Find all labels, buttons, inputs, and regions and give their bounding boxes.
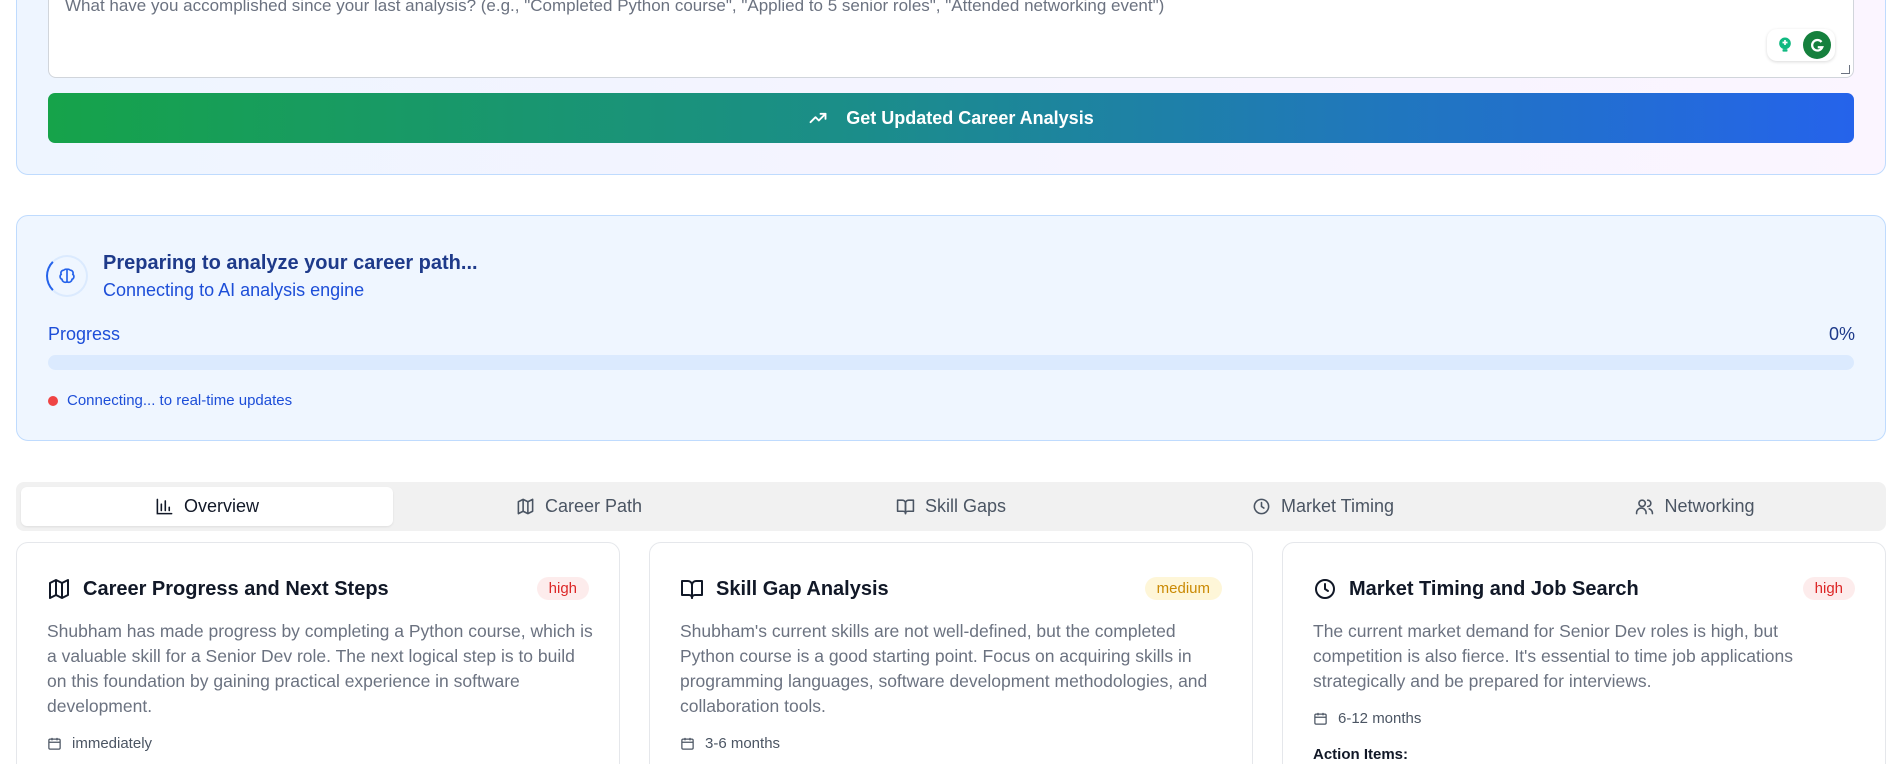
progress-label: Progress [48,324,121,344]
lightbulb-icon[interactable] [1771,31,1799,59]
priority-badge: high [1802,577,1855,600]
grammarly-icon[interactable] [1803,31,1831,59]
calendar-icon [1314,712,1327,725]
timeframe-text: 3-6 months [705,735,781,752]
analysis-progress-card: Preparing to analyze your career path...… [16,215,1886,441]
card-description: Shubham's current skills are not well-de… [680,621,1208,716]
card-description: Shubham has made progress by completing … [47,621,593,716]
tab-label: Market Timing [1280,496,1395,516]
insight-card: Market Timing and Job Search high The cu… [1282,542,1886,764]
tab-networking[interactable]: Networking [1509,487,1881,526]
clock-icon [1253,498,1270,515]
action-items-label: Action Items: [1313,746,1409,763]
card-header: Career Progress and Next Steps [47,577,389,601]
progress-title: Preparing to analyze your career path... [103,252,478,274]
writing-assistant-icons [1767,29,1835,61]
progress-bar [48,355,1854,370]
card-title: Career Progress and Next Steps [83,577,389,600]
card-timeframe: 3-6 months [680,735,780,752]
loading-spinner [46,255,88,297]
clock-icon [1315,579,1335,599]
card-description: The current market demand for Senior Dev… [1313,621,1793,691]
insight-card: Skill Gap Analysis medium Shubham's curr… [649,542,1253,764]
tab-overview[interactable]: Overview [21,487,393,526]
accomplishments-textarea[interactable]: What have you accomplished since your la… [48,0,1854,78]
calendar-icon [48,737,61,750]
resize-handle[interactable] [1841,65,1850,74]
connection-status-text: Connecting... to real-time updates [67,392,293,409]
timeframe-text: immediately [72,735,153,752]
map-icon [517,498,534,515]
status-dot-icon [48,395,58,406]
connection-status: Connecting... to real-time updates [48,392,292,409]
tab-market-timing[interactable]: Market Timing [1137,487,1509,526]
priority-badge: medium [1144,577,1222,600]
bar-chart-icon [156,498,173,515]
progress-subtitle: Connecting to AI analysis engine [103,280,365,300]
insight-card: Career Progress and Next Steps high Shub… [16,542,620,764]
users-icon [1636,499,1654,515]
analysis-tabs: Overview Career Path Skill Gaps Market T… [16,482,1886,531]
progress-percent: 0% [1828,324,1855,344]
card-header: Market Timing and Job Search [1313,577,1639,601]
textarea-placeholder: What have you accomplished since your la… [65,0,1165,15]
tab-label: Overview [183,496,259,516]
timeframe-text: 6-12 months [1338,710,1422,727]
analyze-button-label: Get Updated Career Analysis [846,107,1094,128]
card-title: Market Timing and Job Search [1349,577,1639,600]
tab-career-path[interactable]: Career Path [393,487,765,526]
book-open-icon [896,499,915,515]
priority-badge: high [536,577,589,600]
map-icon [49,579,69,599]
card-timeframe: immediately [47,735,152,752]
card-title: Skill Gap Analysis [716,577,889,600]
career-analysis-page: What have you accomplished since your la… [0,0,1892,764]
brain-icon [59,268,75,284]
calendar-icon [681,737,694,750]
get-updated-analysis-button[interactable]: Get Updated Career Analysis [48,93,1854,143]
card-header: Skill Gap Analysis [680,577,889,601]
progress-update-card: What have you accomplished since your la… [16,0,1886,175]
trending-up-icon [809,112,827,124]
tab-label: Career Path [544,496,643,516]
book-open-icon [681,580,703,599]
tab-skill-gaps[interactable]: Skill Gaps [765,487,1137,526]
tab-label: Skill Gaps [924,496,1007,516]
tab-label: Networking [1664,496,1755,516]
card-timeframe: 6-12 months [1313,710,1421,727]
